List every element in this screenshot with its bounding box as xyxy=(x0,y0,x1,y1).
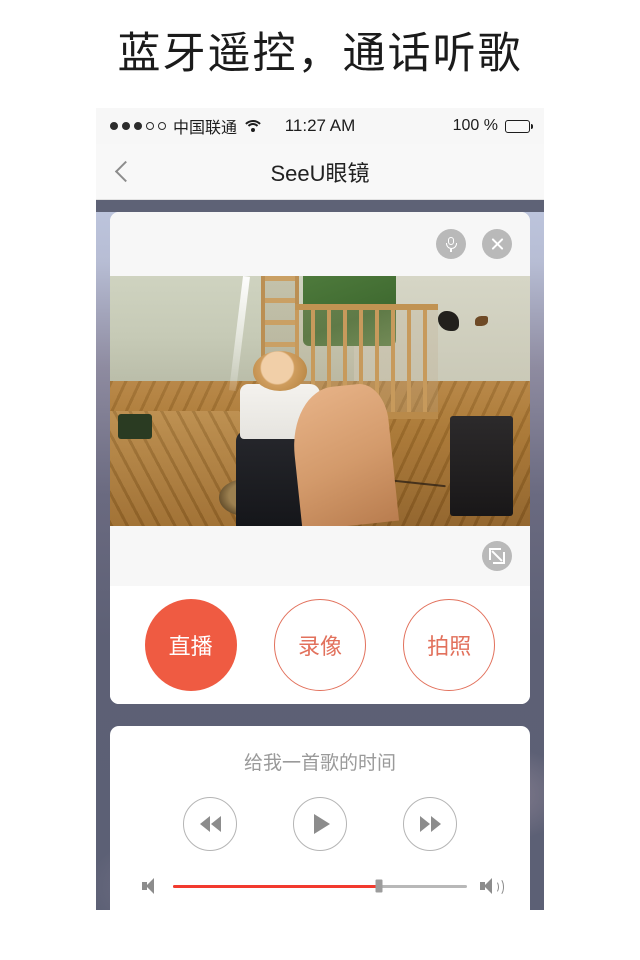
song-title: 给我一首歌的时间 xyxy=(243,753,396,774)
previous-track-button[interactable] xyxy=(183,797,237,851)
play-button[interactable] xyxy=(293,797,347,851)
music-card: 给我一首歌的时间 xyxy=(110,726,530,910)
video-preview[interactable] xyxy=(110,276,530,526)
status-bar: 中国联通 11:27 AM 100 % xyxy=(96,108,544,144)
screen-body: 直播 录像 拍照 给我一首歌的时间 xyxy=(96,212,544,910)
close-button[interactable] xyxy=(482,229,512,259)
volume-fill xyxy=(173,884,379,888)
next-track-button[interactable] xyxy=(403,797,457,851)
video-card-footer xyxy=(110,526,530,586)
volume-mute-icon[interactable] xyxy=(142,877,160,895)
volume-up-icon[interactable] xyxy=(480,877,504,896)
close-icon xyxy=(490,237,505,252)
video-card-header xyxy=(110,212,530,276)
page-title: 蓝牙遥控，通话听歌 xyxy=(117,30,523,78)
action-button-row: 直播 录像 拍照 xyxy=(110,586,530,704)
nav-title: SeeU眼镜 xyxy=(270,160,370,186)
volume-thumb xyxy=(375,879,383,893)
play-icon xyxy=(314,814,330,834)
media-controls xyxy=(110,797,530,851)
volume-track xyxy=(173,879,467,893)
rewind-icon xyxy=(199,816,221,832)
volume-control xyxy=(110,877,530,896)
take-photo-button[interactable]: 拍照 xyxy=(403,599,496,691)
phone-screen: 中国联通 11:27 AM 100 % SeeU眼镜 直播 录像 拍照 给我一首… xyxy=(96,108,544,910)
volume-slider[interactable] xyxy=(173,877,467,895)
live-stream-button[interactable]: 直播 xyxy=(144,599,237,691)
fullscreen-button[interactable] xyxy=(482,541,512,571)
page-footer-space xyxy=(0,910,640,960)
battery-icon xyxy=(505,119,533,133)
fast-forward-icon xyxy=(419,816,441,832)
nav-bar: SeeU眼镜 xyxy=(96,144,544,200)
microphone-icon xyxy=(443,236,459,252)
microphone-button[interactable] xyxy=(436,229,466,259)
record-video-button[interactable]: 录像 xyxy=(273,599,366,691)
video-card: 直播 录像 拍照 xyxy=(110,212,530,704)
expand-icon xyxy=(489,548,505,564)
status-bar-time: 11:27 AM xyxy=(284,116,356,135)
